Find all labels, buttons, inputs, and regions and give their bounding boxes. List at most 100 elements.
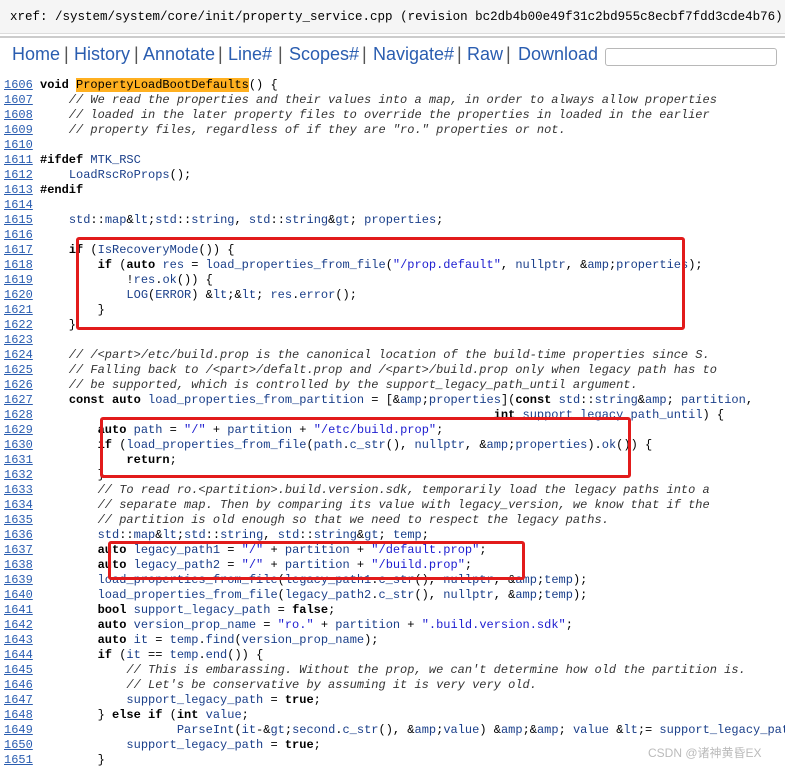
line-number-link[interactable]: 1637	[0, 543, 40, 558]
code-text: // separate map. Then by comparing its v…	[40, 498, 710, 512]
line-number-link[interactable]: 1649	[0, 723, 40, 738]
code-text: }	[40, 753, 105, 766]
code-text: // This is embarassing. Without the prop…	[40, 663, 746, 677]
line-number-link[interactable]: 1640	[0, 588, 40, 603]
line-number-link[interactable]: 1628	[0, 408, 40, 423]
code-line: 1647 support_legacy_path = true;	[0, 693, 785, 708]
search-input[interactable]	[605, 48, 777, 66]
nav-separator: |	[506, 44, 511, 64]
code-line: 1646 // Let's be conservative by assumin…	[0, 678, 785, 693]
code-text: // Let's be conservative by assuming it …	[40, 678, 537, 692]
code-line: 1624 // /<part>/etc/build.prop is the ca…	[0, 348, 785, 363]
line-number-link[interactable]: 1613	[0, 183, 40, 198]
nav-download-link[interactable]: Download	[518, 44, 598, 65]
code-text: }	[40, 318, 77, 332]
code-text: auto legacy_path1 = "/" + partition + "/…	[97, 543, 487, 557]
line-number-link[interactable]: 1634	[0, 498, 40, 513]
line-number-link[interactable]: 1642	[0, 618, 40, 633]
line-number-link[interactable]: 1630	[0, 438, 40, 453]
code-text: auto legacy_path2 = "/" + partition + "/…	[97, 558, 473, 572]
code-line: 1641 bool support_legacy_path = false;	[0, 603, 785, 618]
line-number-link[interactable]: 1617	[0, 243, 40, 258]
nav-annotate-link[interactable]: Annotate	[143, 44, 215, 65]
line-number-link[interactable]: 1646	[0, 678, 40, 693]
line-number-link[interactable]: 1631	[0, 453, 40, 468]
code-text: bool support_legacy_path = false;	[97, 603, 336, 617]
line-number-link[interactable]: 1619	[0, 273, 40, 288]
line-number-link[interactable]: 1620	[0, 288, 40, 303]
code-line: 1644 if (it == temp.end()) {	[0, 648, 785, 663]
nav-history-link[interactable]: History	[74, 44, 130, 65]
line-number-link[interactable]: 1622	[0, 318, 40, 333]
line-number-link[interactable]: 1650	[0, 738, 40, 753]
line-number-link[interactable]: 1648	[0, 708, 40, 723]
line-number-link[interactable]: 1625	[0, 363, 40, 378]
nav-navigate-link[interactable]: Navigate#	[373, 44, 454, 65]
line-number-link[interactable]: 1629	[0, 423, 40, 438]
line-number-link[interactable]: 1616	[0, 228, 40, 243]
code-text: // partition is old enough so that we ne…	[40, 513, 609, 527]
code-text: ParseInt(it-&gt;second.c_str(), &amp;val…	[176, 723, 785, 737]
line-number-link[interactable]: 1624	[0, 348, 40, 363]
nav-separator: |	[278, 44, 283, 64]
line-number-link[interactable]: 1645	[0, 663, 40, 678]
line-number-link[interactable]: 1635	[0, 513, 40, 528]
code-text: if (auto res = load_properties_from_file…	[97, 258, 703, 272]
nav-scopes-link[interactable]: Scopes#	[289, 44, 359, 65]
code-line: 1629 auto path = "/" + partition + "/etc…	[0, 423, 785, 438]
nav-separator: |	[134, 44, 139, 64]
line-number-link[interactable]: 1639	[0, 573, 40, 588]
line-number-link[interactable]: 1610	[0, 138, 40, 153]
code-text: auto it = temp.find(version_prop_name);	[97, 633, 379, 647]
line-number-link[interactable]: 1611	[0, 153, 40, 168]
code-text: }	[40, 303, 105, 317]
line-number-link[interactable]: 1614	[0, 198, 40, 213]
code-line: 1618 if (auto res = load_properties_from…	[0, 258, 785, 273]
code-text: return;	[126, 453, 177, 467]
code-text: if (it == temp.end()) {	[97, 648, 264, 662]
line-number-link[interactable]: 1621	[0, 303, 40, 318]
nav-separator: |	[64, 44, 69, 64]
line-number-link[interactable]: 1623	[0, 333, 40, 348]
nav-separator: |	[362, 44, 367, 64]
nav-line-link[interactable]: Line#	[228, 44, 272, 65]
line-number-link[interactable]: 1612	[0, 168, 40, 183]
line-number-link[interactable]: 1606	[0, 78, 40, 93]
code-line: 1606 void PropertyLoadBootDefaults() {	[0, 78, 785, 93]
line-number-link[interactable]: 1647	[0, 693, 40, 708]
code-line: 1626 // be supported, which is controlle…	[0, 378, 785, 393]
code-text: // /<part>/etc/build.prop is the canonic…	[40, 348, 710, 362]
line-number-link[interactable]: 1641	[0, 603, 40, 618]
line-number-link[interactable]: 1643	[0, 633, 40, 648]
code-text: void PropertyLoadBootDefaults() {	[40, 78, 278, 92]
line-number-link[interactable]: 1632	[0, 468, 40, 483]
line-number-link[interactable]: 1651	[0, 753, 40, 766]
code-line: 1633 // To read ro.<partition>.build.ver…	[0, 483, 785, 498]
line-number-link[interactable]: 1608	[0, 108, 40, 123]
code-line: 1648 } else if (int value;	[0, 708, 785, 723]
code-text: const auto load_properties_from_partitio…	[68, 393, 754, 407]
line-number-link[interactable]: 1618	[0, 258, 40, 273]
code-text: // We read the properties and their valu…	[40, 93, 717, 107]
code-line: 1638 auto legacy_path2 = "/" + partition…	[0, 558, 785, 573]
line-number-link[interactable]: 1633	[0, 483, 40, 498]
line-number-link[interactable]: 1615	[0, 213, 40, 228]
line-number-link[interactable]: 1636	[0, 528, 40, 543]
code-line: 1632 }	[0, 468, 785, 483]
line-number-link[interactable]: 1609	[0, 123, 40, 138]
code-text: if (IsRecoveryMode()) {	[68, 243, 235, 257]
line-number-link[interactable]: 1638	[0, 558, 40, 573]
line-number-link[interactable]: 1607	[0, 93, 40, 108]
line-number-link[interactable]: 1644	[0, 648, 40, 663]
code-line: 1630 if (load_properties_from_file(path.…	[0, 438, 785, 453]
code-text: // loaded in the later property files to…	[40, 108, 710, 122]
line-number-link[interactable]: 1626	[0, 378, 40, 393]
nav-home-link[interactable]: Home	[12, 44, 60, 65]
code-line: 1628 int support_legacy_path_until) {	[0, 408, 785, 423]
line-number-link[interactable]: 1627	[0, 393, 40, 408]
code-line: 1617 if (IsRecoveryMode()) {	[0, 243, 785, 258]
code-line: 1608 // loaded in the later property fil…	[0, 108, 785, 123]
nav-raw-link[interactable]: Raw	[467, 44, 503, 65]
code-line: 1645 // This is embarassing. Without the…	[0, 663, 785, 678]
code-line: 1637 auto legacy_path1 = "/" + partition…	[0, 543, 785, 558]
